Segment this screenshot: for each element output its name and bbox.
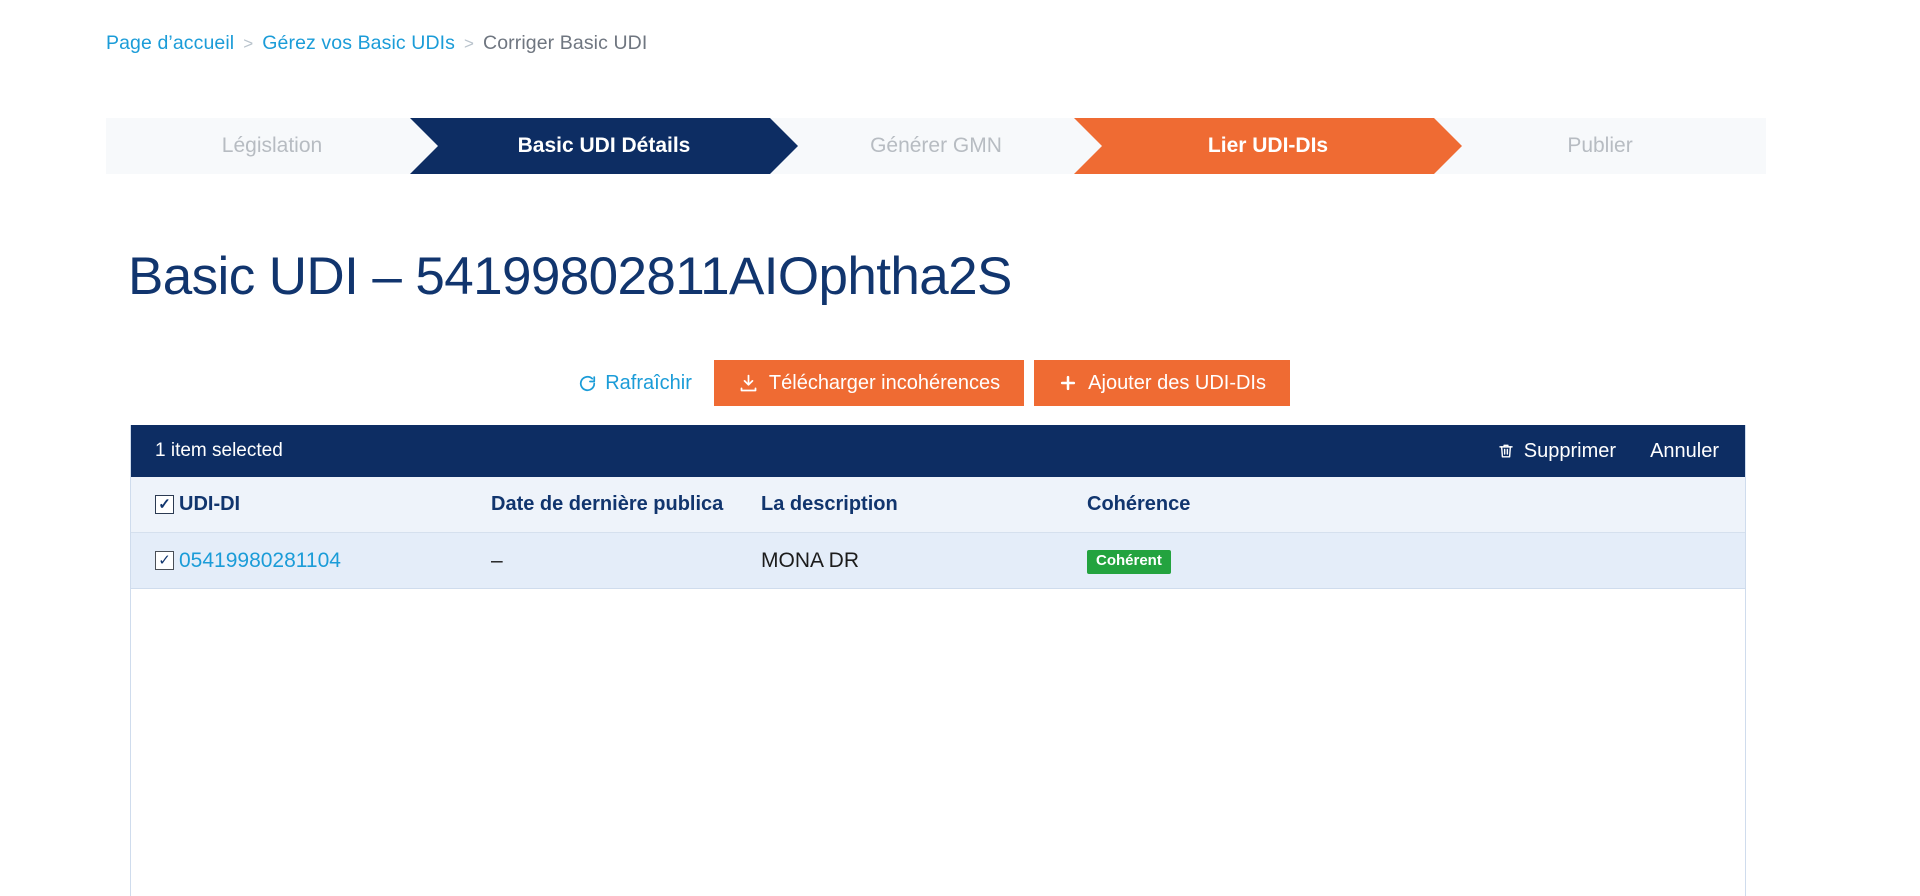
breadcrumb: Page d’accueil > Gérez vos Basic UDIs > … [106, 32, 647, 55]
select-all-cell: ✓ [131, 495, 179, 514]
trash-icon [1497, 442, 1515, 460]
row-select-cell: ✓ [131, 551, 179, 570]
cell-coherence: Cohérent [1087, 547, 1745, 574]
step-legislation[interactable]: Législation [106, 118, 438, 174]
status-badge: Cohérent [1087, 550, 1171, 574]
breadcrumb-separator: > [243, 33, 254, 53]
step-label: Générer GMN [870, 134, 1002, 157]
cell-udi-di: 05419980281104 [179, 549, 491, 573]
udi-di-link[interactable]: 05419980281104 [179, 549, 341, 572]
selection-toolbar: 1 item selected Supprimer Annuler [131, 425, 1745, 477]
page-title: Basic UDI – 54199802811AIOphtha2S [128, 247, 1012, 306]
table-empty-area [131, 589, 1745, 889]
udi-di-table: 1 item selected Supprimer Annuler ✓ UDI-… [130, 425, 1746, 896]
wizard-stepper: Législation Basic UDI Détails Générer GM… [106, 118, 1766, 174]
toolbar-actions: Rafraîchir Télécharger incohérences Ajou… [578, 360, 1290, 406]
select-all-checkbox[interactable]: ✓ [155, 495, 174, 514]
table-row[interactable]: ✓ 05419980281104 – MONA DR Cohérent [131, 533, 1745, 589]
delete-button[interactable]: Supprimer [1497, 440, 1616, 463]
column-header-coherence[interactable]: Cohérence [1087, 493, 1745, 516]
step-publier[interactable]: Publier [1434, 118, 1766, 174]
breadcrumb-item-home[interactable]: Page d’accueil [106, 32, 234, 55]
add-label: Ajouter des UDI-DIs [1088, 371, 1266, 394]
refresh-label: Rafraîchir [605, 371, 692, 394]
column-header-description[interactable]: La description [761, 493, 1087, 516]
cancel-label: Annuler [1650, 439, 1719, 462]
refresh-button[interactable]: Rafraîchir [578, 360, 714, 406]
cell-description: MONA DR [761, 548, 860, 572]
cell-date: – [491, 548, 503, 572]
step-label: Lier UDI-DIs [1207, 134, 1329, 157]
page-root: Page d’accueil > Gérez vos Basic UDIs > … [0, 0, 1920, 896]
selection-status: 1 item selected [155, 440, 283, 461]
breadcrumb-separator: > [464, 33, 475, 53]
column-header-udi-di[interactable]: UDI-DI [179, 493, 491, 516]
download-inconsistencies-button[interactable]: Télécharger incohérences [713, 360, 1025, 406]
row-checkbox[interactable]: ✓ [155, 551, 174, 570]
step-label: Législation [221, 134, 323, 157]
step-label: Basic UDI Détails [517, 134, 691, 157]
download-icon [738, 373, 759, 394]
delete-label: Supprimer [1523, 439, 1617, 462]
refresh-icon [578, 374, 597, 393]
plus-icon [1058, 373, 1078, 393]
add-udi-dis-button[interactable]: Ajouter des UDI-DIs [1034, 360, 1290, 406]
breadcrumb-item-current: Corriger Basic UDI [483, 32, 648, 54]
cancel-button[interactable]: Annuler [1650, 440, 1719, 463]
download-label: Télécharger incohérences [768, 371, 1001, 394]
step-label: Publier [1567, 134, 1633, 157]
breadcrumb-item-manage-basic-udis[interactable]: Gérez vos Basic UDIs [262, 32, 455, 55]
table-header-row: ✓ UDI-DI Date de dernière publica La des… [131, 477, 1745, 533]
step-lier-udi-dis[interactable]: Lier UDI-DIs [1102, 118, 1434, 174]
step-generer-gmn[interactable]: Générer GMN [770, 118, 1102, 174]
column-header-date[interactable]: Date de dernière publica [491, 493, 761, 516]
step-basic-udi-details[interactable]: Basic UDI Détails [438, 118, 770, 174]
